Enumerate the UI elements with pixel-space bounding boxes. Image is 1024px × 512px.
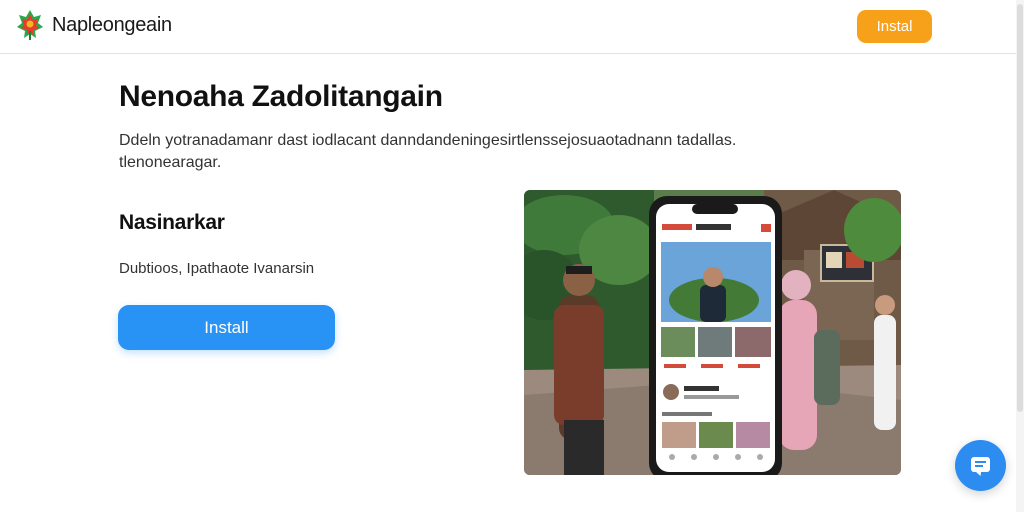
app-preview-photo	[524, 190, 901, 475]
hero-description: Ddeln yotranadamanr dast iodlacant dannd…	[119, 132, 737, 171]
brand-name[interactable]: Napleongeain	[52, 14, 172, 37]
page-title: Nenoaha Zadolitangain	[119, 80, 443, 113]
top-bar: Napleongeain Instal	[0, 0, 1024, 54]
scrollbar-thumb[interactable]	[1017, 4, 1023, 412]
section-title: Nasinarkar	[119, 211, 225, 234]
smartphone-app-preview-photo	[524, 190, 901, 475]
chat-bubble-icon	[971, 457, 990, 476]
chat-button[interactable]	[955, 440, 1006, 491]
install-button[interactable]: Install	[118, 305, 335, 350]
maple-leaf-logo-icon[interactable]	[16, 9, 44, 41]
section-description: Dubtioos, Ipathaote Ivanarsin	[119, 260, 315, 277]
header-install-button[interactable]: Instal	[857, 10, 932, 43]
